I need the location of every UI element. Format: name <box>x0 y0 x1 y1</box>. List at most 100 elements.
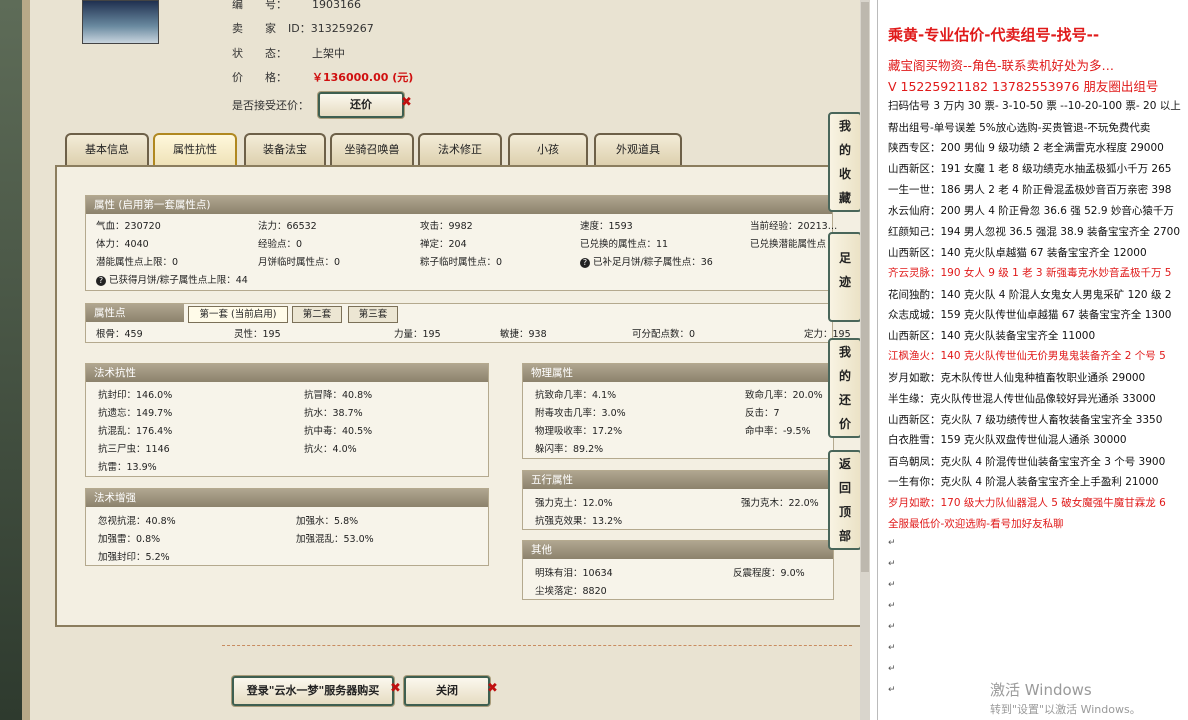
document-line: 岁月如歌：170 级大力队仙器混人 5 破女魔强牛魔甘霖龙 6 <box>888 497 1166 509</box>
res-item: 抗火：4.0% <box>304 444 357 455</box>
point-strength: 力量：195 <box>394 329 441 340</box>
activation-watermark-title: 激活 Windows <box>990 681 1092 699</box>
stat-exchanged-points: 已兑换的属性点：11 <box>580 239 669 250</box>
point-unassigned: 可分配点数：0 <box>632 329 696 340</box>
element-item: 强力克木：22.0% <box>741 498 819 509</box>
document-line: 全服最低价-欢迎选购-看号加好友私聊 <box>888 518 1064 530</box>
spell-resistance-section: 法术抗性 抗封印：146.0% 抗遗忘：149.7% 抗混乱：176.4% 抗三… <box>85 363 489 477</box>
document-line: 半生缘：克火队传世混人传世仙品像较好异光通杀 33000 <box>888 393 1156 405</box>
boost-item: 加强雷：0.8% <box>98 534 161 545</box>
side-tab-my-offers[interactable]: 我的还价 <box>828 338 862 438</box>
tab-attributes[interactable]: 属性抗性 <box>153 133 237 165</box>
tab-spell-correction[interactable]: 法术修正 <box>418 133 502 165</box>
document-line: 白衣胜雪：159 克火队双盘传世仙混人通杀 30000 <box>888 434 1127 446</box>
login-buy-button[interactable]: 登录"云水一梦"服务器购买 <box>232 676 394 706</box>
tab-basic-info[interactable]: 基本信息 <box>65 133 149 165</box>
document-line: 红颜知己：194 男人忽视 36.5 强混 38.9 装备宝宝齐全 2700 <box>888 226 1181 238</box>
close-button[interactable]: 关闭 <box>404 676 490 706</box>
stat-mooncake-temp: 月饼临时属性点：0 <box>258 257 341 268</box>
document-line: 山西新区：140 克火队卓越猫 67 装备宝宝齐全 12000 <box>888 247 1147 259</box>
close-x-icon: ✖ <box>487 681 498 696</box>
character-avatar <box>82 0 159 44</box>
stat-filled-points: ? 已补足月饼/粽子属性点：36 <box>580 254 713 268</box>
paragraph-mark: ↵ <box>888 538 896 548</box>
document-line: 一生有你：克火队 4 阶混人装备宝宝齐全上手盈利 21000 <box>888 476 1159 488</box>
stat-hp: 气血：230720 <box>96 221 161 232</box>
phys-item: 反击：7 <box>745 408 780 419</box>
res-item: 抗三尸虫：1146 <box>98 444 170 455</box>
document-line: 花间独酌：140 克火队 4 阶混人女鬼女人男鬼采矿 120 级 2 <box>888 289 1172 301</box>
left-edge-strip <box>0 0 22 720</box>
other-title: 其他 <box>523 541 833 559</box>
other-item: 尘埃落定：8820 <box>535 586 607 597</box>
res-item: 抗遗忘：149.7% <box>98 408 173 419</box>
physical-section: 物理属性 抗致命几率：4.1% 附毒攻击几率：3.0% 物理吸收率：17.2% … <box>522 363 834 459</box>
game-window: 编 号： 1903166 卖 家 ID：313259267 状 态： 上架中 价 格：… <box>0 0 870 720</box>
point-agility: 敏捷：938 <box>500 329 547 340</box>
side-tab-history[interactable]: 足迹 <box>828 232 862 322</box>
phys-item: 命中率：-9.5% <box>745 426 811 437</box>
element-item: 抗强克效果：13.2% <box>535 516 623 527</box>
help-icon[interactable]: ? <box>580 258 590 268</box>
counter-offer-button[interactable]: 还价 <box>318 92 404 118</box>
attributes-section: 属性 (启用第一套属性点) 气血：230720 法力：66532 攻击：9982… <box>85 195 837 291</box>
price-value: ￥136000.00 (元) <box>312 71 414 84</box>
phys-item: 附毒攻击几率：3.0% <box>535 408 626 419</box>
stat-zongzi-temp: 粽子临时属性点：0 <box>420 257 503 268</box>
paragraph-mark: ↵ <box>888 559 896 569</box>
tab-equipment[interactable]: 装备法宝 <box>244 133 326 165</box>
spell-boost-section: 法术增强 忽视抗混：40.8% 加强雷：0.8% 加强封印：5.2% 加强水：5… <box>85 488 489 566</box>
document-line: 陕西专区：200 男仙 9 级功绩 2 老全满雷克水程度 29000 <box>888 142 1164 154</box>
paragraph-mark: ↵ <box>888 580 896 590</box>
boost-item: 加强水：5.8% <box>296 516 359 527</box>
price-row: 价 格： ￥136000.00 (元) <box>232 71 414 84</box>
five-elements-title: 五行属性 <box>523 471 833 489</box>
status-row: 状 态： 上架中 <box>232 47 345 60</box>
phys-item: 躲闪率：89.2% <box>535 444 604 455</box>
help-icon[interactable]: ? <box>96 276 106 286</box>
tab-mounts-pets[interactable]: 坐骑召唤兽 <box>330 133 414 165</box>
element-item: 强力克土：12.0% <box>535 498 613 509</box>
five-elements-section: 五行属性 强力克土：12.0% 抗强克效果：13.2% 强力克木：22.0% <box>522 470 834 530</box>
divider <box>222 645 852 646</box>
subtab-set-three[interactable]: 第三套 <box>348 306 398 323</box>
point-spirit: 灵性：195 <box>234 329 281 340</box>
stat-stamina: 体力：4040 <box>96 239 149 250</box>
physical-title: 物理属性 <box>523 364 833 382</box>
scrollbar-thumb[interactable] <box>861 2 869 572</box>
spell-resistance-title: 法术抗性 <box>86 364 488 382</box>
paragraph-mark: ↵ <box>888 664 896 674</box>
close-x-icon: ✖ <box>401 95 412 110</box>
subtab-set-two[interactable]: 第二套 <box>292 306 342 323</box>
document-line: 藏宝阁买物资--角色-联系卖机好处为多… <box>888 58 1115 73</box>
attribute-points-title: 属性点 <box>86 304 184 322</box>
attribute-points-section: 属性点 第一套 (当前启用) 第二套 第三套 根骨：459 灵性：195 力量：… <box>85 303 851 343</box>
phys-item: 致命几率：20.0% <box>745 390 823 401</box>
document-line: 扫码估号 3 万内 30 票- 3-10-50 票 --10-20-100 票-… <box>888 100 1181 112</box>
document-line: 山西新区：191 女魔 1 老 8 级功绩克水抽孟极狐小千万 265 <box>888 163 1172 175</box>
paragraph-mark: ↵ <box>888 643 896 653</box>
stat-attack: 攻击：9982 <box>420 221 473 232</box>
stat-mp: 法力：66532 <box>258 221 317 232</box>
paragraph-mark: ↵ <box>888 622 896 632</box>
res-item: 抗中毒：40.5% <box>304 426 373 437</box>
stat-potential-cap: 潜能属性点上限：0 <box>96 257 179 268</box>
subtab-set-one[interactable]: 第一套 (当前启用) <box>188 306 288 323</box>
side-tab-favorites[interactable]: 我的收藏 <box>828 112 862 212</box>
seller-row: 卖 家 ID：313259267 <box>232 22 374 35</box>
close-x-icon: ✖ <box>390 681 401 696</box>
boost-item: 加强封印：5.2% <box>98 552 170 563</box>
stat-exchanged-potential: 已兑换潜能属性点 <box>750 239 827 250</box>
stat-speed: 速度：1593 <box>580 221 633 232</box>
activation-watermark-sub: 转到"设置"以激活 Windows。 <box>990 703 1141 716</box>
stat-zen: 禅定：204 <box>420 239 467 250</box>
other-item: 反震程度：9.0% <box>733 568 805 579</box>
document-line: 岁月如歌：克木队传世人仙鬼种植畜牧职业通杀 29000 <box>888 372 1146 384</box>
side-tab-back-to-top[interactable]: 返回顶部 <box>828 450 862 550</box>
item-number-row: 编 号： 1903166 <box>232 0 361 11</box>
left-edge-border <box>22 0 30 720</box>
document-line: 齐云灵脉：190 女人 9 级 1 老 3 新强毒克水妙音孟极千万 5 <box>888 267 1172 279</box>
tab-children[interactable]: 小孩 <box>508 133 588 165</box>
res-item: 抗冒降：40.8% <box>304 390 373 401</box>
tab-appearance[interactable]: 外观道具 <box>594 133 682 165</box>
